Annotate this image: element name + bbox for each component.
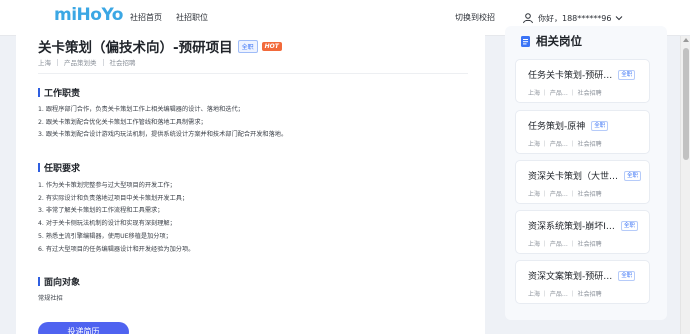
- apply-button[interactable]: 投递简历: [38, 322, 129, 334]
- requirements-heading: 任职要求: [38, 161, 80, 174]
- job-title-row: 关卡策划（偏技术向）-预研项目 全职 HOT: [38, 36, 282, 56]
- duties-heading: 工作职责: [38, 86, 80, 99]
- related-job-meta: 上海 ｜ 产品… ｜ 社会招聘: [528, 191, 602, 198]
- section-marker: [38, 277, 40, 286]
- target-heading: 面向对象: [38, 275, 80, 288]
- target-text: 常规社招: [38, 295, 63, 302]
- related-job-meta: 上海 ｜ 产品… ｜ 社会招聘: [528, 291, 602, 298]
- full-time-badge: 全职: [591, 120, 609, 131]
- related-job-title-row: 资深文案策划-预研… 全职: [528, 269, 636, 282]
- related-job-title-row: 任务关卡策划-预研… 全职: [528, 68, 636, 81]
- document-icon: [521, 35, 530, 47]
- related-job-item[interactable]: 任务关卡策划-预研… 全职 上海 ｜ 产品… ｜ 社会招聘: [515, 59, 650, 103]
- requirement-line: 1. 作为关卡策划完整参与过大型项目的开发工作；: [38, 182, 176, 189]
- requirement-line: 2. 有实际设计和负责落地过项目中关卡策划开发工具；: [38, 194, 189, 202]
- requirements-title: 任职要求: [44, 164, 81, 174]
- related-job-item[interactable]: 资深关卡策划（大世… 全职 上海 ｜ 产品… ｜ 社会招聘: [515, 160, 650, 204]
- title-divider: [38, 73, 468, 74]
- page-scrollbar[interactable]: [680, 36, 690, 334]
- related-title: 相关岗位: [536, 34, 582, 48]
- scroll-thumb[interactable]: [683, 48, 689, 160]
- nav-jobs[interactable]: 社招职位: [176, 12, 208, 23]
- section-marker: [38, 88, 40, 97]
- switch-campus-link[interactable]: 切换到校招: [455, 12, 495, 23]
- meta-divider: [102, 58, 104, 66]
- related-job-meta: 上海 ｜ 产品… ｜ 社会招聘: [528, 241, 602, 248]
- duty-line: 3. 跟关卡策划配合设计游戏内玩法机制，提供系统设计方案并和技术部门配合开发和落…: [38, 131, 288, 139]
- related-job-meta: 上海 ｜ 产品… ｜ 社会招聘: [528, 90, 602, 97]
- requirement-line: 4. 对于关卡侧玩法机制的设计和实现有深刻理解；: [38, 220, 176, 228]
- duty-line: 1. 跟程序部门合作，负责关卡策划工作上相关编辑器的设计、落地和迭代；: [38, 106, 244, 113]
- related-job-title: 资深文案策划-预研…: [528, 272, 613, 282]
- user-greeting: 你好，188******96: [538, 13, 612, 23]
- logo-text: miHoYo: [54, 5, 123, 25]
- section-marker: [38, 163, 40, 172]
- chevron-down-icon: [616, 16, 623, 21]
- duty-line: 2. 跟关卡策划配合优化关卡策划工作管线和落地工具制需求；: [38, 118, 207, 126]
- scroll-up-arrow-icon[interactable]: [683, 38, 689, 42]
- nav-home[interactable]: 社招首页: [130, 12, 162, 23]
- related-job-item[interactable]: 任务策划-原神 全职 上海 ｜ 产品… ｜ 社会招聘: [515, 110, 650, 154]
- requirement-line: 6. 有过大型项目的任务编辑器设计和开发经验为加分项。: [38, 245, 195, 253]
- full-time-badge: 全职: [624, 170, 642, 181]
- job-meta: 上海 产品策划类 社会招聘: [38, 57, 136, 67]
- job-recruit-type: 社会招聘: [109, 59, 136, 67]
- related-job-title: 资深系统策划-崩坏I…: [528, 222, 615, 232]
- duties-list: 1. 跟程序部门合作，负责关卡策划工作上相关编辑器的设计、落地和迭代； 2. 跟…: [38, 104, 287, 142]
- hot-badge: HOT: [261, 41, 282, 51]
- related-job-title-row: 资深关卡策划（大世… 全职: [528, 169, 642, 182]
- job-title: 关卡策划（偏技术向）-预研项目: [38, 40, 233, 56]
- user-menu[interactable]: 你好，188******96: [522, 9, 623, 27]
- job-detail-card: 关卡策划（偏技术向）-预研项目 全职 HOT 上海 产品策划类 社会招聘 工作职…: [16, 26, 485, 334]
- related-job-title: 任务关卡策划-预研…: [528, 71, 613, 81]
- requirements-list: 1. 作为关卡策划完整参与过大型项目的开发工作； 2. 有实际设计和负责落地过项…: [38, 180, 194, 256]
- user-icon: [523, 13, 533, 24]
- related-jobs-panel: 相关岗位 任务关卡策划-预研… 全职 上海 ｜ 产品… ｜ 社会招聘 任务策划-…: [505, 26, 667, 320]
- full-time-badge: 全职: [618, 69, 636, 80]
- meta-divider: [57, 58, 58, 66]
- related-job-item[interactable]: 资深系统策划-崩坏I… 全职 上海 ｜ 产品… ｜ 社会招聘: [515, 210, 650, 254]
- job-location: 上海: [38, 59, 51, 67]
- full-time-badge: 全职: [237, 39, 258, 53]
- related-job-item[interactable]: 资深文案策划-预研… 全职 上海 ｜ 产品… ｜ 社会招聘: [515, 260, 650, 304]
- target-title: 面向对象: [44, 278, 81, 288]
- job-category: 产品策划类: [64, 59, 97, 67]
- requirement-line: 5. 熟悉主流引擎编辑器，使用UE移植是加分项；: [38, 232, 172, 240]
- related-job-meta: 上海 ｜ 产品… ｜ 社会招聘: [528, 141, 602, 148]
- duties-title: 工作职责: [44, 89, 81, 99]
- related-job-title: 资深关卡策划（大世…: [528, 172, 619, 182]
- requirement-line: 3. 非常了解关卡策划的工作流程和工具需求；: [38, 207, 164, 215]
- related-job-title-row: 任务策划-原神 全职: [528, 119, 609, 132]
- full-time-badge: 全职: [620, 220, 638, 231]
- related-job-title: 任务策划-原神: [528, 122, 586, 132]
- related-job-title-row: 资深系统策划-崩坏I… 全职: [528, 219, 638, 232]
- related-heading: 相关岗位: [521, 33, 582, 49]
- full-time-badge: 全职: [618, 270, 636, 281]
